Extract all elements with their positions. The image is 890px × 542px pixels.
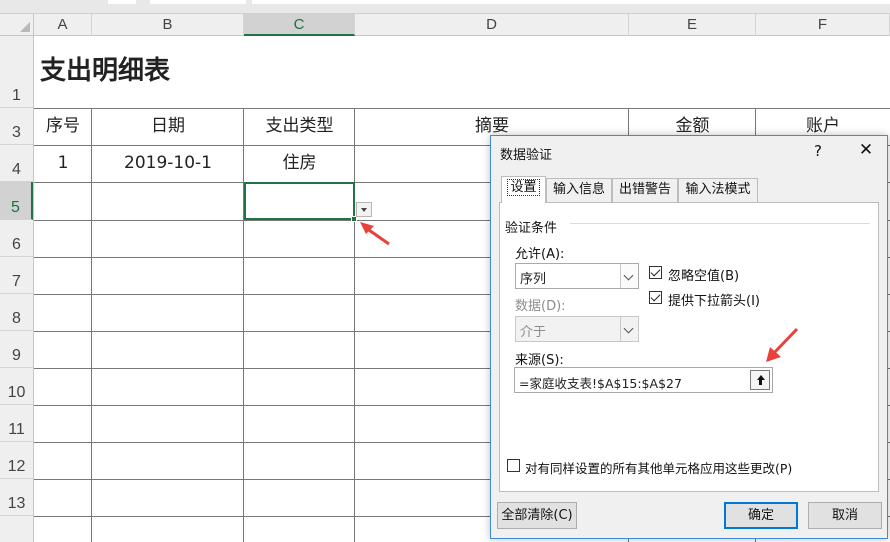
tab-ime-mode[interactable]: 输入法模式 [678, 178, 758, 202]
row-header-4[interactable]: 4 [0, 145, 33, 182]
collapse-dialog-icon[interactable] [750, 370, 770, 390]
validation-criteria-label: 验证条件 [505, 221, 558, 236]
cell-b4[interactable]: 2019-10-1 [92, 145, 244, 182]
row-header-12[interactable]: 12 [0, 442, 33, 479]
allow-select-value: 序列 [520, 272, 547, 287]
row-header-6[interactable]: 6 [0, 220, 33, 257]
row-number: 3 [12, 124, 21, 141]
annotation-arrow-icon [360, 222, 390, 246]
tab-settings[interactable]: 设置 [501, 176, 546, 203]
data-label: 数据(D): [515, 299, 566, 314]
row-header-7[interactable]: 7 [0, 257, 33, 294]
header-cell-expense-type[interactable]: 支出类型 [244, 108, 355, 145]
data-select: 介于 [515, 316, 639, 342]
row-header-10[interactable]: 10 [0, 368, 33, 405]
row-number: 10 [7, 384, 26, 401]
row-number: 12 [7, 458, 26, 475]
row-header-9[interactable]: 9 [0, 331, 33, 368]
column-header-a[interactable]: A [34, 14, 92, 36]
data-select-value: 介于 [520, 325, 547, 340]
source-label: 来源(S): [515, 353, 564, 368]
cell-dropdown-button[interactable] [356, 202, 372, 217]
annotation-arrow-icon [766, 327, 799, 362]
column-header-d[interactable]: D [355, 14, 629, 36]
ignore-blank-label[interactable]: 忽略空值(B) [668, 265, 739, 284]
top-tab[interactable] [150, 0, 246, 4]
row-number: 1 [12, 87, 21, 104]
header-cell-date[interactable]: 日期 [92, 108, 244, 145]
cancel-button[interactable]: 取消 [808, 502, 882, 529]
row-header-5[interactable]: 5 [0, 182, 33, 220]
apply-all-label[interactable]: 对有同样设置的所有其他单元格应用这些更改(P) [525, 458, 792, 477]
source-input[interactable]: =家庭收支表!$A$15:$A$27 [514, 367, 773, 393]
row-number: 7 [12, 273, 21, 290]
column-header-e[interactable]: E [629, 14, 756, 36]
dialog-title: 数据验证 [500, 148, 553, 163]
in-cell-dropdown-checkbox[interactable] [649, 291, 662, 304]
select-all-corner[interactable] [0, 14, 34, 36]
row-number: 11 [8, 421, 25, 438]
ignore-blank-checkbox[interactable] [649, 266, 662, 279]
row-header-3[interactable]: 3 [0, 108, 33, 145]
chevron-down-icon [620, 317, 638, 341]
sheet-title: 支出明细表 [40, 56, 171, 86]
apply-all-checkbox[interactable] [507, 459, 520, 472]
tab-label: 设置 [507, 179, 540, 196]
cell-c4[interactable]: 住房 [244, 145, 355, 182]
cell-a4[interactable]: 1 [34, 145, 92, 182]
help-button[interactable]: ? [814, 142, 822, 160]
selected-cell-c5[interactable] [244, 182, 355, 220]
row-header-8[interactable]: 8 [0, 294, 33, 331]
group-divider [570, 223, 870, 224]
row-header-11[interactable]: 11 [0, 405, 33, 442]
settings-panel: 验证条件 允许(A): 序列 忽略空值(B) 提供下拉箭头(I) 数据(D): … [499, 202, 879, 492]
allow-label: 允许(A): [515, 247, 565, 262]
allow-select[interactable]: 序列 [515, 263, 639, 289]
column-header-f[interactable]: F [756, 14, 890, 36]
row-number: 5 [11, 199, 20, 216]
row-header-13[interactable]: 13 [0, 479, 33, 516]
column-header-c[interactable]: C [244, 14, 355, 36]
ok-button[interactable]: 确定 [724, 502, 798, 529]
row-number: 4 [12, 161, 21, 178]
row-number: 9 [12, 347, 21, 364]
data-validation-dialog: 数据验证 ? ✕ 设置 输入信息 出错警告 输入法模式 验证条件 允许(A): … [490, 135, 888, 539]
formula-bar[interactable] [252, 0, 890, 4]
header-cell-index[interactable]: 序号 [34, 108, 92, 145]
column-header-bar: A B C D E F [34, 14, 890, 36]
in-cell-dropdown-label[interactable]: 提供下拉箭头(I) [668, 290, 760, 309]
close-button[interactable]: ✕ [855, 139, 877, 161]
row-number: 6 [12, 236, 21, 253]
top-tab[interactable] [108, 0, 136, 4]
row-number: 13 [7, 495, 26, 512]
tab-error-alert[interactable]: 出错警告 [612, 178, 678, 202]
source-input-value: =家庭收支表!$A$15:$A$27 [519, 376, 682, 391]
row-header-bar: 1 3 4 5 6 7 8 9 10 11 12 13 [0, 36, 34, 542]
chevron-down-icon [620, 264, 638, 288]
tab-input-message[interactable]: 输入信息 [546, 178, 612, 202]
clear-all-button[interactable]: 全部清除(C) [497, 502, 577, 529]
row-header-1[interactable]: 1 [0, 36, 33, 108]
column-header-b[interactable]: B [92, 14, 244, 36]
row-number: 8 [12, 310, 21, 327]
